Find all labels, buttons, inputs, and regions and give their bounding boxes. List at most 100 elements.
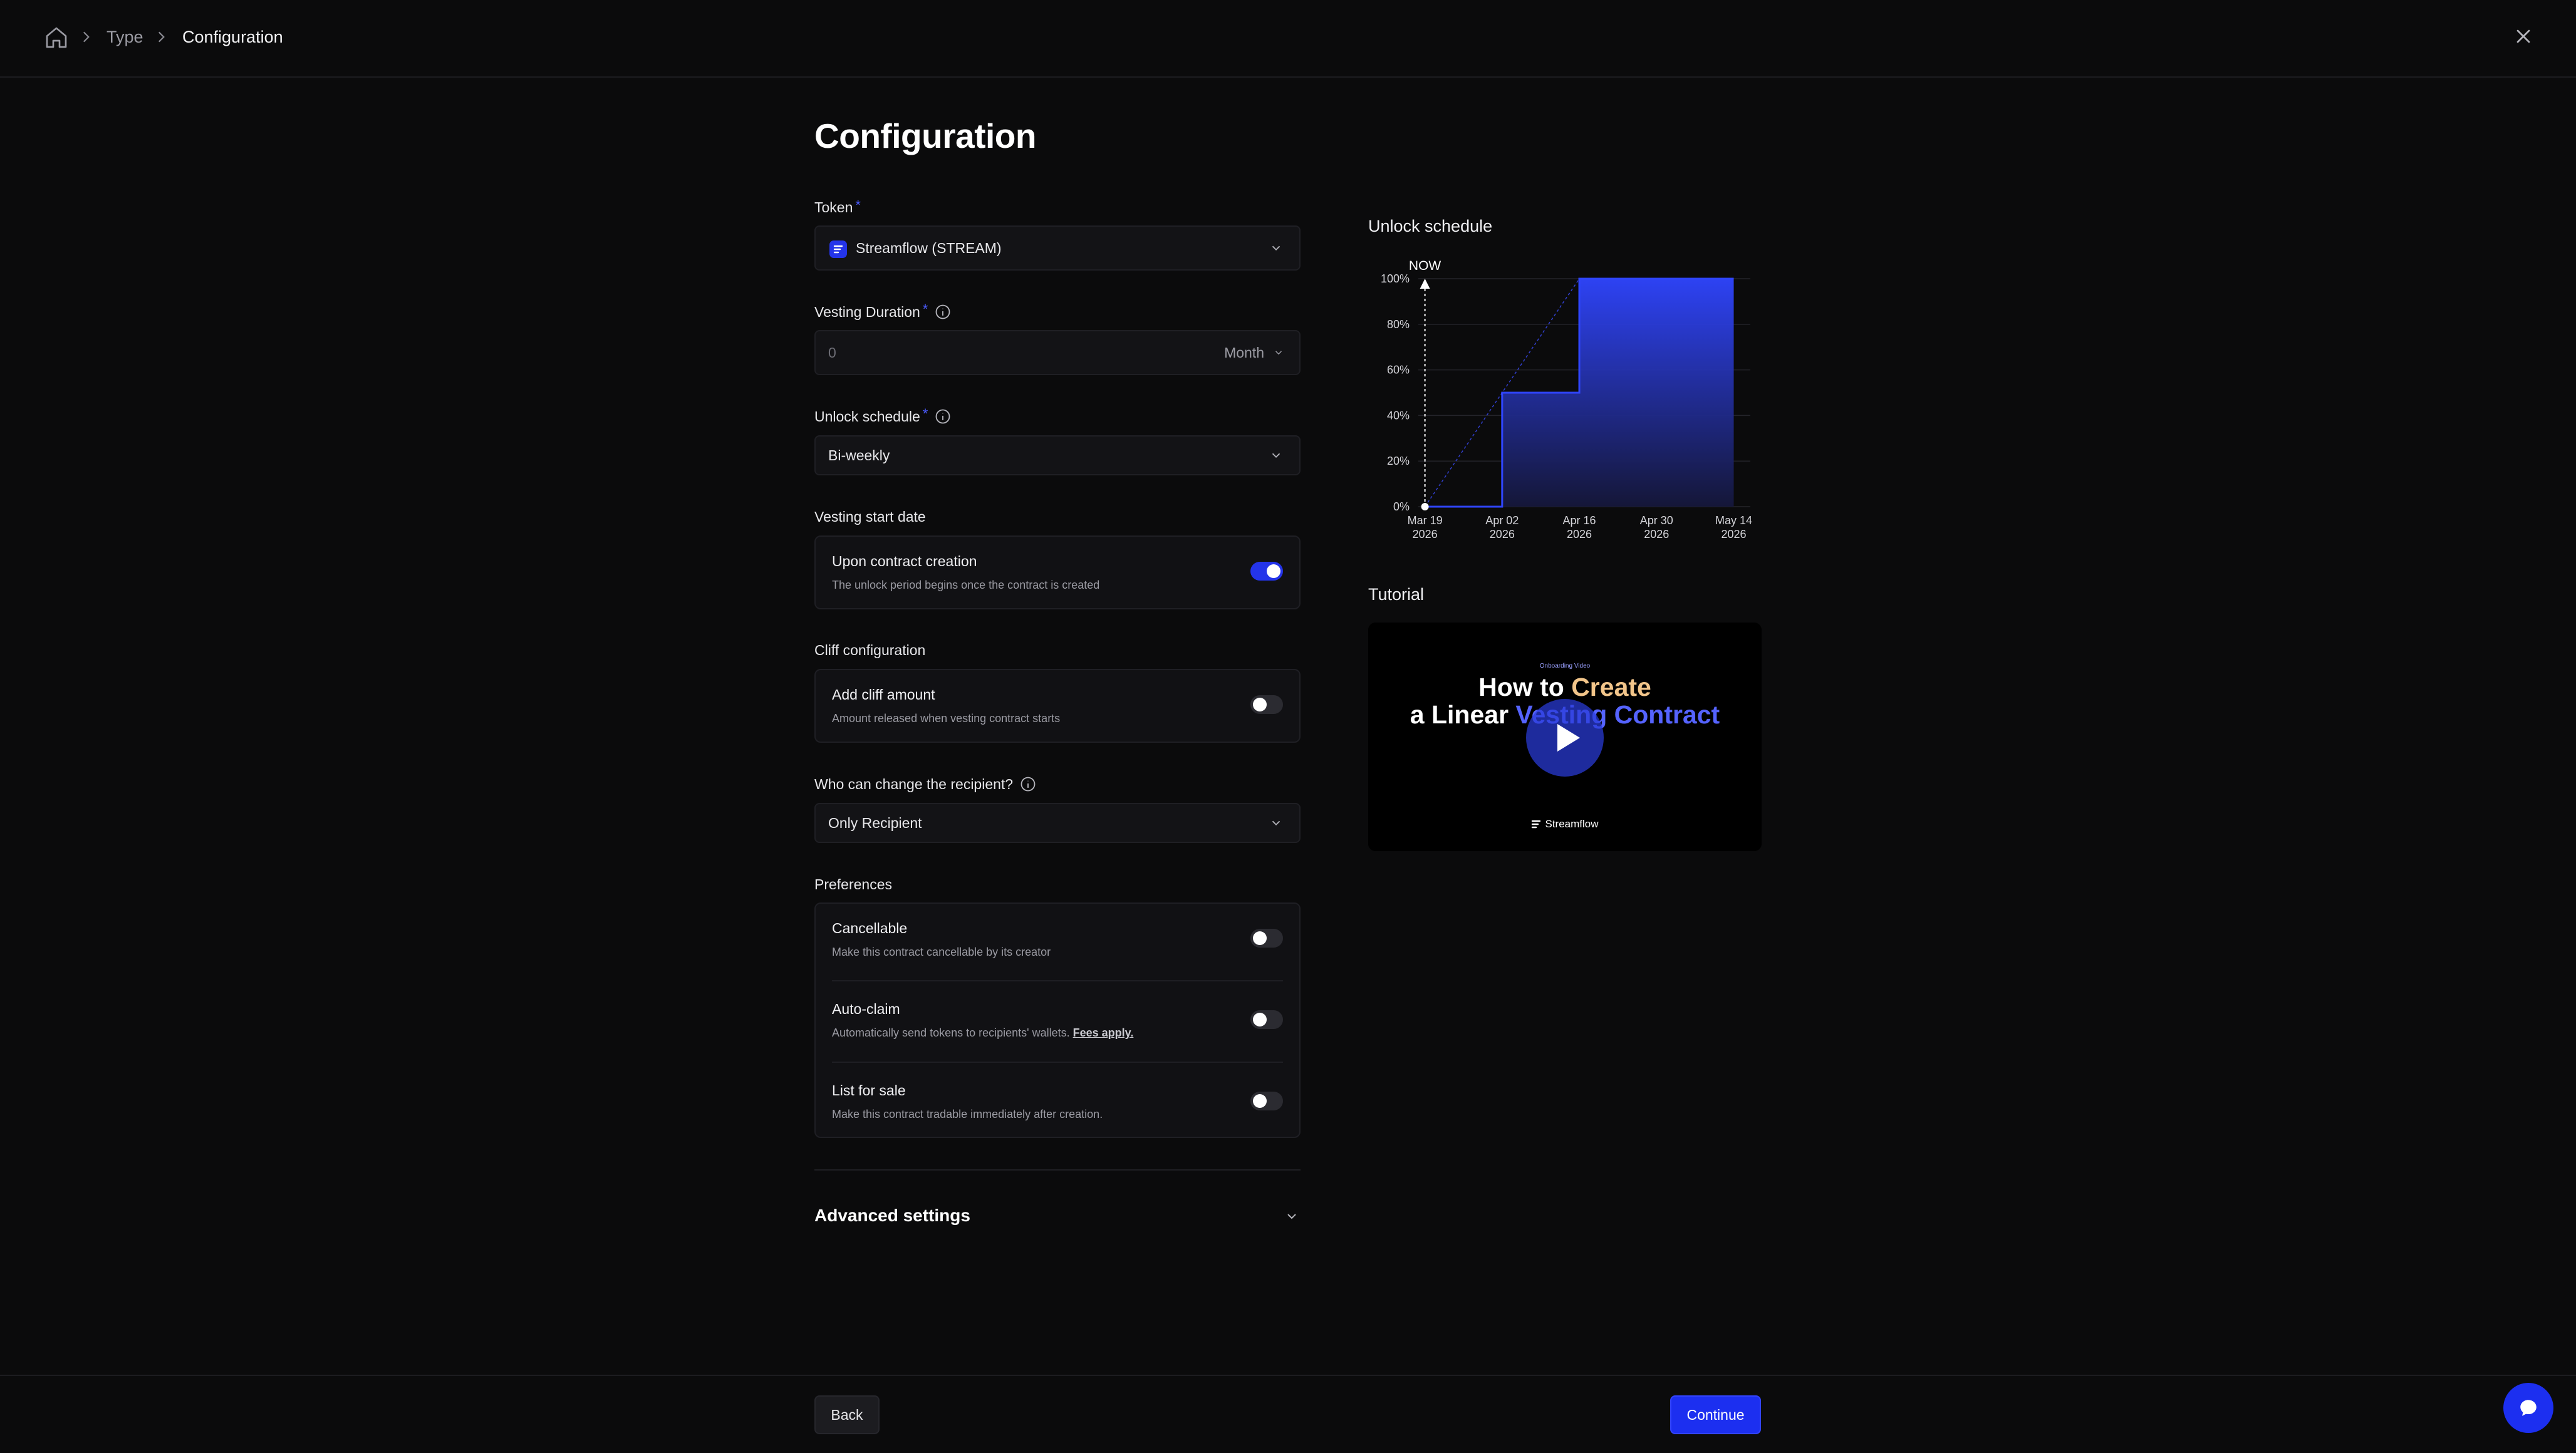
autoclaim-desc-text: Automatically send tokens to recipients'… [832, 1026, 1070, 1039]
info-icon[interactable] [934, 303, 952, 321]
pref-listforsale-desc: Make this contract tradable immediately … [832, 1108, 1103, 1120]
continue-button[interactable]: Continue [1670, 1395, 1761, 1434]
recipient-value: Only Recipient [828, 814, 922, 831]
chart-now-label: NOW [1409, 259, 1441, 273]
auto-claim-toggle[interactable] [1250, 1010, 1283, 1029]
start-date-title: Upon contract creation [832, 553, 977, 569]
tutorial-video[interactable]: Onboarding Video How to Create a Linear … [1368, 623, 1762, 851]
cliff-configuration-label: Cliff configuration [814, 642, 926, 658]
chevron-right-icon [158, 31, 165, 43]
vesting-duration-input[interactable]: 0 [828, 344, 836, 361]
toggle-knob [1253, 1013, 1267, 1026]
breadcrumb-type[interactable]: Type [106, 0, 143, 74]
home-icon[interactable] [44, 25, 69, 50]
advanced-settings-toggle[interactable]: Advanced settings [814, 1206, 970, 1226]
recipient-label: Who can change the recipient? [814, 775, 1037, 793]
preferences-label: Preferences [814, 876, 893, 892]
vesting-start-date-label: Vesting start date [814, 509, 926, 525]
unlock-schedule-value: Bi-weekly [828, 447, 890, 463]
required-mark: * [922, 301, 928, 317]
streamflow-logo-icon [1532, 820, 1541, 829]
page-title: Configuration [814, 116, 1036, 155]
chart-y-tick-label: 100% [1381, 272, 1410, 285]
divider [814, 1169, 1301, 1171]
top-bar: Type Configuration [0, 0, 2576, 78]
chart-y-tick-label: 80% [1387, 318, 1410, 331]
pref-autoclaim-title: Auto-claim [832, 1001, 900, 1017]
back-button[interactable]: Back [814, 1395, 880, 1434]
info-icon[interactable] [934, 408, 952, 425]
chevron-down-icon [1272, 453, 1280, 458]
start-date-card: Upon contract creation The unlock period… [814, 535, 1301, 609]
pref-listforsale-title: List for sale [832, 1082, 906, 1099]
token-label: Token * [814, 197, 861, 216]
fees-apply-link[interactable]: Fees apply. [1073, 1026, 1134, 1039]
token-label-text: Token [814, 199, 853, 215]
chart-x-tick-year: 2026 [1490, 528, 1515, 540]
chart-now-point [1421, 503, 1429, 510]
breadcrumb-configuration: Configuration [182, 27, 283, 46]
video-brand: Streamflow [1368, 818, 1762, 830]
play-icon[interactable] [1525, 698, 1605, 778]
unlock-schedule-select[interactable]: Bi-weekly [814, 435, 1301, 475]
upon-creation-toggle[interactable] [1250, 562, 1283, 581]
recipient-select[interactable]: Only Recipient [814, 803, 1301, 843]
divider [832, 1062, 1283, 1063]
chart-x-tick-label: May 14 [1715, 514, 1752, 527]
vesting-duration-label: Vesting Duration * [814, 301, 952, 321]
chart-x-tick-year: 2026 [1413, 528, 1438, 540]
toggle-knob [1253, 931, 1267, 945]
chat-icon [2520, 1400, 2537, 1416]
tutorial-heading: Tutorial [1368, 585, 1425, 604]
pref-cancellable-desc: Make this contract cancellable by its cr… [832, 946, 1051, 958]
close-icon[interactable] [2512, 25, 2535, 48]
cancellable-toggle[interactable] [1250, 929, 1283, 948]
cliff-row: Add cliff amount Amount released when ve… [832, 686, 1283, 725]
video-title-part: a Linear [1410, 700, 1516, 729]
vesting-duration-field[interactable]: 0 Month [814, 330, 1301, 375]
chart-x-tick-label: Apr 16 [1563, 514, 1596, 527]
cliff-card: Add cliff amount Amount released when ve… [814, 669, 1301, 743]
chart-x-tick-label: Apr 30 [1640, 514, 1673, 527]
start-date-desc: The unlock period begins once the contra… [832, 579, 1100, 591]
cliff-desc: Amount released when vesting contract st… [832, 712, 1061, 725]
chart-x-tick-label: Mar 19 [1408, 514, 1443, 527]
chart-x-tick-year: 2026 [1721, 528, 1746, 540]
pref-listforsale-row: List for sale Make this contract tradabl… [832, 1082, 1283, 1121]
divider [832, 980, 1283, 981]
chat-button[interactable] [2503, 1383, 2553, 1433]
duration-unit-select[interactable]: Month [1224, 344, 1264, 361]
required-mark: * [855, 197, 861, 213]
bottom-bar [0, 1375, 2576, 1453]
chart-x-tick-year: 2026 [1567, 528, 1592, 540]
chart-y-tick-label: 0% [1393, 500, 1410, 513]
chart-x-tick-year: 2026 [1644, 528, 1669, 540]
streamflow-token-icon [829, 240, 847, 258]
info-icon[interactable] [1019, 775, 1037, 793]
chevron-down-icon [1272, 820, 1280, 826]
toggle-knob [1253, 698, 1267, 711]
pref-autoclaim-row: Auto-claim Automatically send tokens to … [832, 1001, 1283, 1040]
chart-y-tick-label: 40% [1387, 409, 1410, 421]
unlock-schedule-chart: 0%20%40%60%80%100%NOWMar 192026Apr 02202… [1381, 259, 1752, 540]
toggle-knob [1253, 1094, 1267, 1108]
chevron-right-icon [83, 31, 90, 43]
start-date-row: Upon contract creation The unlock period… [832, 553, 1283, 592]
chart-now-arrow [1420, 279, 1430, 289]
preferences-card: Cancellable Make this contract cancellab… [814, 902, 1301, 1138]
pref-cancellable-title: Cancellable [832, 920, 908, 936]
required-mark: * [922, 406, 928, 421]
vesting-duration-label-text: Vesting Duration [814, 303, 920, 320]
video-kicker: Onboarding Video [1539, 663, 1591, 670]
recipient-label-text: Who can change the recipient? [814, 775, 1014, 792]
unlock-schedule-heading: Unlock schedule [1368, 217, 1493, 235]
cliff-toggle[interactable] [1250, 695, 1283, 714]
list-for-sale-toggle[interactable] [1250, 1092, 1283, 1110]
chevron-down-icon[interactable] [1284, 1209, 1299, 1224]
toggle-knob [1267, 564, 1280, 578]
video-brand-text: Streamflow [1545, 818, 1599, 830]
token-value: Streamflow (STREAM) [856, 239, 1002, 256]
pref-autoclaim-desc: Automatically send tokens to recipients'… [832, 1026, 1283, 1040]
token-select[interactable]: Streamflow (STREAM) [814, 225, 1301, 271]
chart-x-tick-label: Apr 02 [1485, 514, 1519, 527]
